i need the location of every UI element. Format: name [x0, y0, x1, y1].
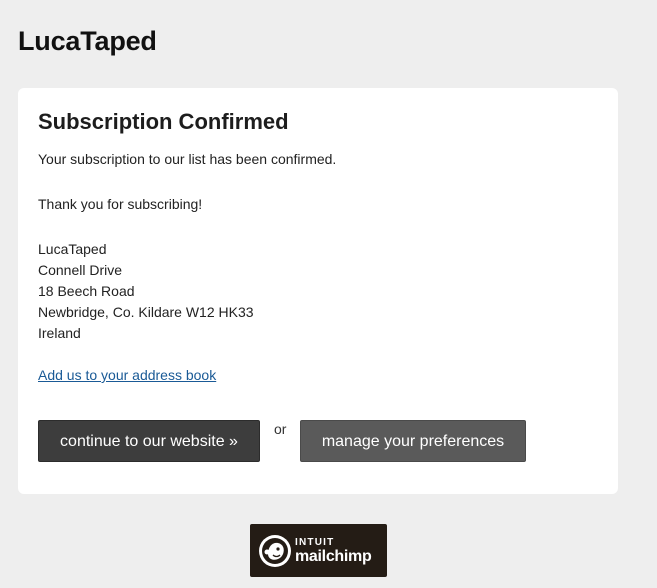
manage-preferences-button[interactable]: manage your preferences	[300, 420, 526, 462]
address-line: LucaTaped	[38, 241, 107, 257]
confirmation-message: Your subscription to our list has been c…	[38, 151, 337, 167]
or-separator: or	[274, 421, 287, 437]
thank-you-message: Thank you for subscribing!	[38, 196, 203, 212]
mailing-address: LucaTaped Connell Drive 18 Beech Road Ne…	[38, 239, 254, 344]
continue-to-website-button[interactable]: continue to our website »	[38, 420, 260, 462]
confirmation-card: Subscription Confirmed Your subscription…	[18, 88, 618, 494]
mailchimp-freddie-icon	[259, 535, 291, 567]
site-title: LucaTaped	[18, 26, 157, 56]
address-line: 18 Beech Road	[38, 283, 135, 299]
add-to-address-book-link[interactable]: Add us to your address book	[38, 365, 216, 386]
address-line: Newbridge, Co. Kildare W12 HK33	[38, 304, 254, 320]
address-line: Ireland	[38, 325, 81, 341]
mailchimp-badge[interactable]: INTUIT mailchimp	[250, 524, 387, 577]
address-line: Connell Drive	[38, 262, 123, 278]
badge-mailchimp-text: mailchimp	[295, 548, 372, 565]
card-title: Subscription Confirmed	[38, 109, 289, 134]
